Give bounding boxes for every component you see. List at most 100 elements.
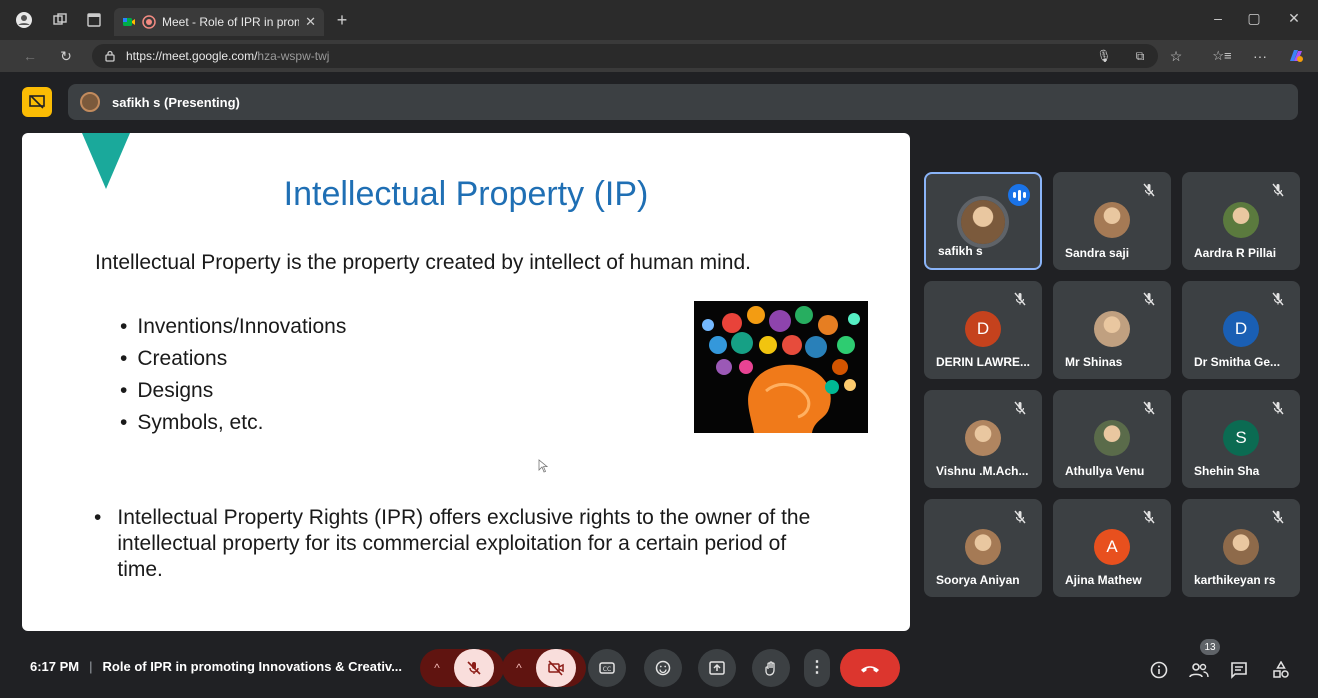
recording-icon (142, 15, 156, 29)
back-icon[interactable]: ← (20, 46, 40, 66)
participant-avatar: S (1223, 420, 1259, 456)
minimize-icon[interactable]: – (1206, 10, 1230, 26)
speaking-indicator-icon (1008, 184, 1030, 206)
site-info-icon[interactable] (104, 50, 116, 62)
participant-name: DERIN LAWRE... (936, 355, 1031, 369)
url-path: hza-wspw-twj (257, 49, 330, 63)
close-tab-icon[interactable]: ✕ (305, 14, 316, 30)
participant-name: Dr Smitha Ge... (1194, 355, 1281, 369)
more-options-button[interactable]: ⋮ (804, 649, 830, 687)
tab-title: Meet - Role of IPR in promot (162, 15, 300, 29)
participant-avatar (965, 420, 1001, 456)
participant-tile[interactable]: Sandra saji (1053, 172, 1171, 270)
slide-bullet-list: Inventions/Innovations Creations Designs… (120, 311, 346, 439)
presentation-bar: safikh s (Presenting) (22, 84, 1298, 120)
leave-call-button[interactable] (840, 649, 900, 687)
present-screen-button[interactable] (698, 649, 736, 687)
participant-tile[interactable]: Soorya Aniyan (924, 499, 1042, 597)
reload-icon[interactable]: ↻ (56, 46, 76, 66)
participant-name: Sandra saji (1065, 246, 1130, 260)
mic-muted-icon (1143, 292, 1155, 306)
raise-hand-button[interactable] (752, 649, 790, 687)
captions-icon: CC (599, 662, 615, 674)
participant-tile[interactable]: Athullya Venu (1053, 390, 1171, 488)
participant-avatar (1094, 420, 1130, 456)
participant-avatar (1094, 311, 1130, 347)
participant-name: Shehin Sha (1194, 464, 1260, 478)
participant-avatar: A (1094, 529, 1130, 565)
svg-text:CC: CC (603, 666, 611, 673)
microphone-off-button[interactable] (454, 649, 494, 687)
people-icon[interactable] (1188, 659, 1210, 681)
chat-icon[interactable] (1228, 659, 1250, 681)
close-window-icon[interactable]: ✕ (1282, 10, 1306, 27)
hang-up-icon (861, 666, 879, 673)
mic-muted-icon (1014, 292, 1026, 306)
participant-tile[interactable]: karthikeyan rs (1182, 499, 1300, 597)
stop-presenting-icon[interactable] (22, 87, 52, 117)
bottom-control-bar: 6:17 PM | Role of IPR in promoting Innov… (0, 637, 1318, 698)
slide-bullet: Symbols, etc. (120, 407, 346, 439)
maximize-icon[interactable]: ▢ (1242, 10, 1266, 27)
meet-favicon-icon (123, 18, 135, 26)
mic-muted-icon (1143, 510, 1155, 524)
meeting-info: 6:17 PM | Role of IPR in promoting Innov… (30, 659, 402, 674)
tab-actions-icon[interactable] (84, 10, 104, 30)
participant-tile[interactable]: D DERIN LAWRE... (924, 281, 1042, 379)
slide-bullet: Creations (120, 343, 346, 375)
separator: | (89, 659, 93, 674)
audio-options-chevron-icon[interactable]: ^ (420, 661, 454, 675)
participant-avatar (1094, 202, 1130, 238)
camera-off-button[interactable] (536, 649, 576, 687)
favorite-star-icon[interactable]: ☆ (1166, 46, 1186, 66)
meeting-details-icon[interactable] (1148, 659, 1170, 681)
profile-icon[interactable] (14, 10, 34, 30)
workspaces-icon[interactable] (50, 10, 70, 30)
ipr-text: Intellectual Property Rights (IPR) offer… (117, 506, 811, 581)
more-vert-icon: ⋮ (809, 659, 825, 676)
participant-avatar (965, 529, 1001, 565)
microphone-site-icon[interactable]: 🎙︎ (1094, 46, 1114, 66)
more-menu-icon[interactable]: ··· (1250, 46, 1270, 66)
presenter-avatar (80, 92, 100, 112)
mic-muted-icon (1143, 401, 1155, 415)
browser-tab[interactable]: Meet - Role of IPR in promot ✕ (114, 8, 324, 36)
participant-tile[interactable]: Vishnu .M.Ach... (924, 390, 1042, 488)
mouse-cursor-icon (538, 459, 548, 473)
video-options-chevron-icon[interactable]: ^ (502, 661, 536, 675)
brain-ideas-image (694, 301, 868, 433)
mic-off-icon (467, 661, 481, 675)
screen-share-site-icon[interactable]: ⧉ (1130, 46, 1150, 66)
slide-subtitle: Intellectual Property is the property cr… (95, 251, 752, 274)
mic-muted-icon (1272, 401, 1284, 415)
presenter-label: safikh s (Presenting) (112, 94, 240, 110)
participant-tile[interactable]: Aardra R Pillai (1182, 172, 1300, 270)
participant-tile[interactable]: Mr Shinas (1053, 281, 1171, 379)
url-field[interactable]: https://meet.google.com/hza-wspw-twj (92, 44, 1158, 68)
participant-name: Mr Shinas (1065, 355, 1123, 369)
participant-avatar: D (965, 311, 1001, 347)
address-bar-row: ← ↻ https://meet.google.com/hza-wspw-twj… (0, 40, 1318, 72)
participant-tile[interactable]: D Dr Smitha Ge... (1182, 281, 1300, 379)
mic-muted-icon (1272, 292, 1284, 306)
mic-muted-icon (1272, 183, 1284, 197)
participant-name: Athullya Venu (1065, 464, 1145, 478)
presenter-pill[interactable]: safikh s (Presenting) (68, 84, 1298, 120)
participant-name: safikh s (938, 244, 983, 258)
activities-icon[interactable] (1270, 659, 1292, 681)
ipr-paragraph: • Intellectual Property Rights (IPR) off… (94, 505, 834, 583)
participant-tile[interactable]: S Shehin Sha (1182, 390, 1300, 488)
favorites-list-icon[interactable]: ☆≡ (1212, 46, 1232, 66)
participant-name: Vishnu .M.Ach... (936, 464, 1029, 478)
camera-off-icon (548, 660, 564, 676)
mic-muted-icon (1014, 401, 1026, 415)
captions-button[interactable]: CC (588, 649, 626, 687)
reactions-button[interactable] (644, 649, 682, 687)
slide-title: Intellectual Property (IP) (283, 175, 649, 213)
copilot-icon[interactable] (1286, 46, 1306, 66)
participant-tile[interactable]: A Ajina Mathew (1053, 499, 1171, 597)
meeting-title: Role of IPR in promoting Innovations & C… (102, 659, 403, 674)
participant-count-badge: 13 (1200, 639, 1220, 655)
participant-tile[interactable]: safikh s (924, 172, 1042, 270)
new-tab-icon[interactable]: + (332, 10, 352, 30)
